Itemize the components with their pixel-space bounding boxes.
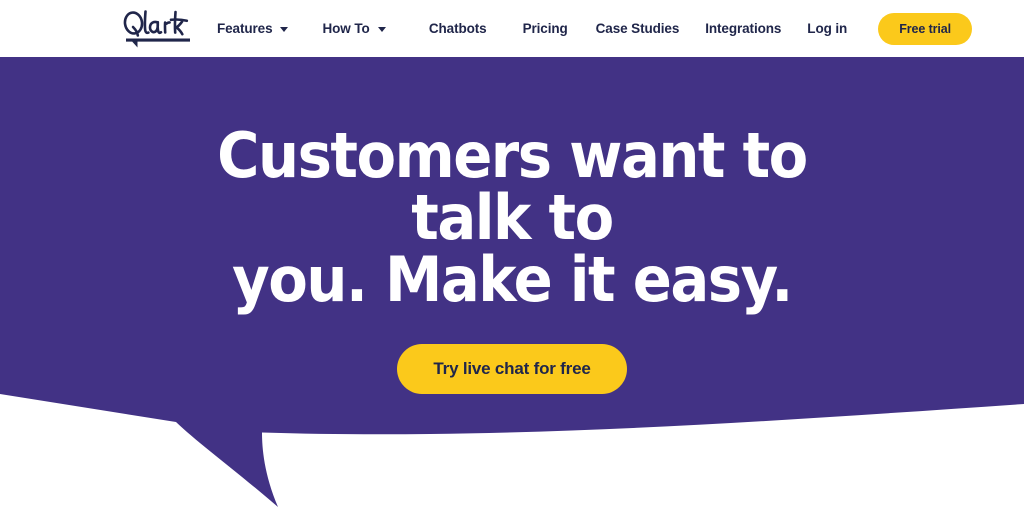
hero-cta-container: Try live chat for free [0,344,1024,394]
primary-nav-right: Chatbots Pricing Case Studies Integratio… [429,0,972,57]
landing-page: Features How To Chatbots Pricing Case St… [0,0,1024,507]
nav-item-features-label: Features [217,20,273,36]
chevron-down-icon [280,27,289,32]
nav-item-log-in[interactable]: Log in [807,22,847,36]
hero-speech-bubble-shape [0,57,1024,507]
logo-speech-bubble-tail [126,38,190,48]
nav-item-case-studies[interactable]: Case Studies [596,22,680,36]
chevron-down-icon [377,27,386,32]
nav-item-how-to-label: How To [322,20,370,36]
try-live-chat-button[interactable]: Try live chat for free [397,344,627,394]
primary-nav-left: Features How To [217,0,386,57]
free-trial-button[interactable]: Free trial [878,12,972,45]
nav-item-chatbots[interactable]: Chatbots [429,22,487,36]
nav-item-integrations[interactable]: Integrations [705,22,781,36]
nav-item-how-to[interactable]: How To [322,20,386,36]
nav-item-pricing[interactable]: Pricing [523,22,568,36]
olark-logo-icon [123,10,190,48]
site-header: Features How To Chatbots Pricing Case St… [0,0,1024,57]
olark-logo[interactable] [120,7,196,49]
nav-item-features[interactable]: Features [217,20,289,36]
header-inner: Features How To Chatbots Pricing Case St… [0,0,1024,57]
